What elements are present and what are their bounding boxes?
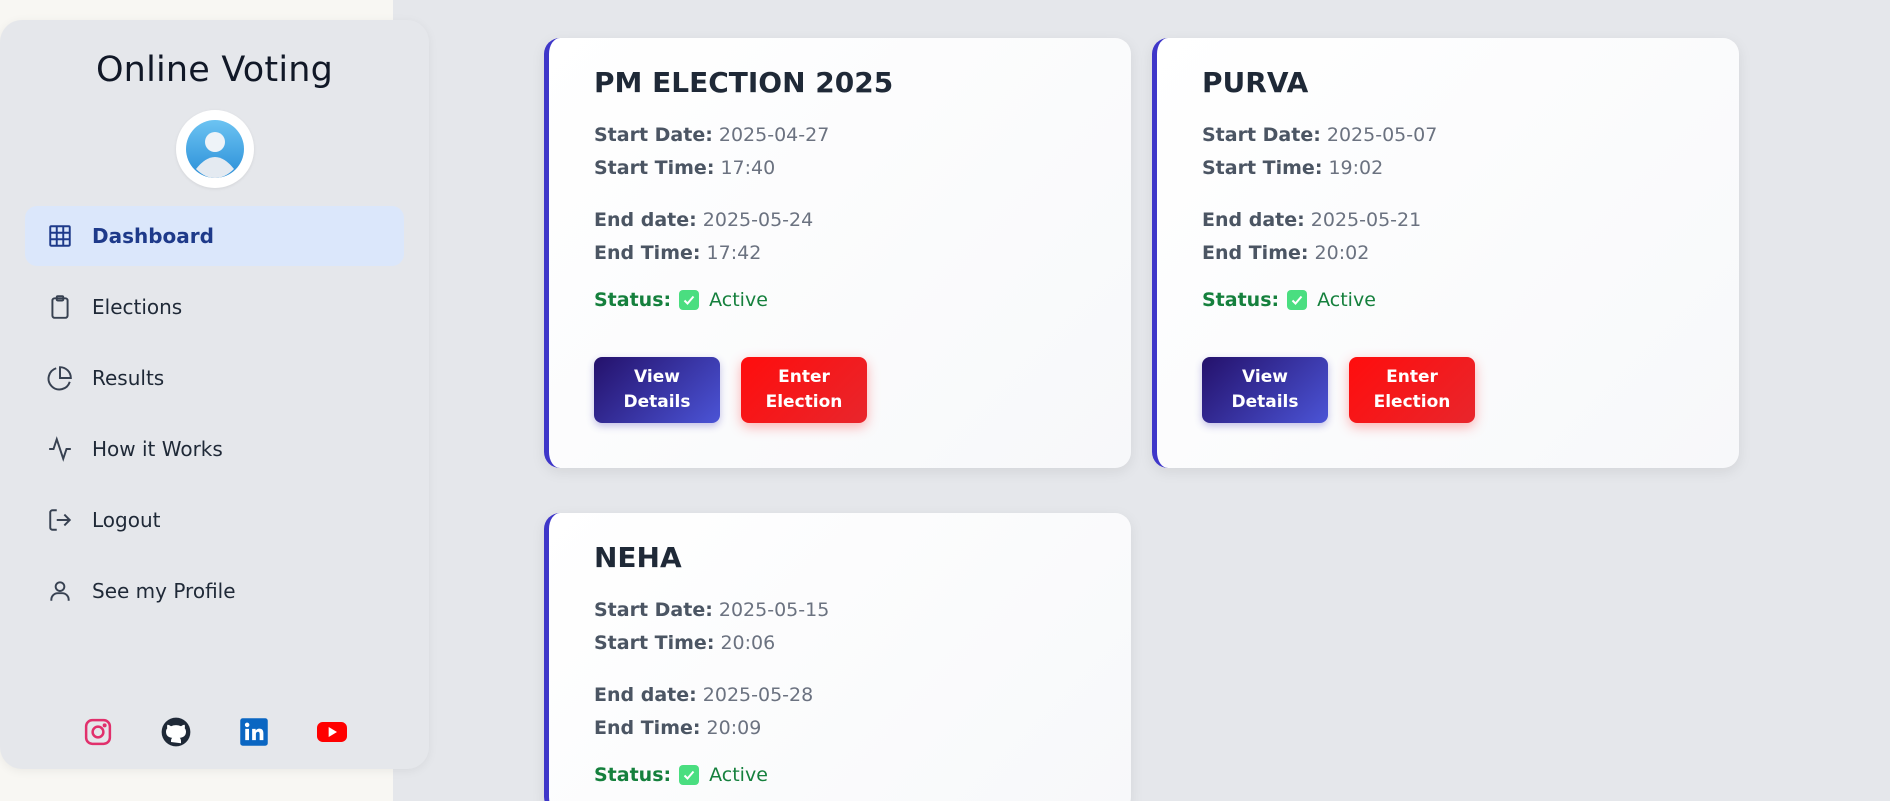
end-block: End date: 2025-05-21 End Time: 20:02 (1202, 204, 1739, 270)
sidebar-item-label: Results (92, 366, 165, 390)
start-date-label: Start Date: (594, 124, 713, 146)
status-label: Status: (594, 764, 672, 786)
start-time-value: 20:06 (720, 632, 776, 654)
status-badge: Active (709, 289, 768, 311)
sidebar-item-how-it-works[interactable]: How it Works (25, 419, 404, 479)
start-date-value: 2025-05-15 (718, 599, 830, 621)
status-badge: Active (1317, 289, 1376, 311)
social-links (0, 717, 429, 747)
end-time-value: 17:42 (706, 242, 762, 264)
start-date-value: 2025-05-07 (1326, 124, 1438, 146)
start-time-value: 17:40 (720, 157, 776, 179)
end-date-value: 2025-05-24 (702, 209, 814, 231)
end-date-value: 2025-05-21 (1310, 209, 1422, 231)
instagram-icon[interactable] (83, 717, 113, 747)
start-time-label: Start Time: (1202, 157, 1323, 179)
end-date-value: 2025-05-28 (702, 684, 814, 706)
end-block: End date: 2025-05-28 End Time: 20:09 (594, 679, 1131, 745)
status-row: Status: Active (594, 764, 1131, 786)
page: Online Voting Dashboard Elections Result… (0, 0, 1890, 801)
enter-election-button[interactable]: Enter Election (1349, 357, 1475, 423)
clipboard-icon (46, 293, 74, 321)
election-title: PM ELECTION 2025 (594, 66, 894, 99)
sidebar-item-logout[interactable]: Logout (25, 490, 404, 550)
status-row: Status: Active (1202, 289, 1739, 311)
activity-icon (46, 435, 74, 463)
status-badge: Active (709, 764, 768, 786)
sidebar-nav: Dashboard Elections Results How it Works… (0, 206, 429, 621)
user-icon (46, 577, 74, 605)
end-time-label: End Time: (594, 717, 701, 739)
sidebar-item-results[interactable]: Results (25, 348, 404, 408)
status-label: Status: (594, 289, 672, 311)
start-date-label: Start Date: (594, 599, 713, 621)
end-time-value: 20:02 (1314, 242, 1370, 264)
sidebar: Online Voting Dashboard Elections Result… (0, 20, 429, 769)
end-time-label: End Time: (594, 242, 701, 264)
end-date-label: End date: (594, 684, 697, 706)
start-time-label: Start Time: (594, 632, 715, 654)
check-icon (679, 765, 700, 785)
election-title: NEHA (594, 541, 682, 574)
end-time-value: 20:09 (706, 717, 762, 739)
sidebar-item-dashboard[interactable]: Dashboard (25, 206, 404, 266)
app-title: Online Voting (95, 50, 334, 90)
start-block: Start Date: 2025-05-15 Start Time: 20:06 (594, 594, 1131, 660)
enter-election-button[interactable]: Enter Election (741, 357, 867, 423)
sidebar-item-profile[interactable]: See my Profile (25, 561, 404, 621)
start-time-value: 19:02 (1328, 157, 1384, 179)
status-row: Status: Active (594, 289, 1131, 311)
card-actions: View Details Enter Election (1202, 357, 1739, 423)
start-block: Start Date: 2025-04-27 Start Time: 17:40 (594, 119, 1131, 185)
check-icon (679, 290, 700, 310)
sidebar-item-label: Elections (92, 295, 183, 319)
youtube-icon[interactable] (316, 717, 347, 747)
end-block: End date: 2025-05-24 End Time: 17:42 (594, 204, 1131, 270)
pie-chart-icon (46, 364, 74, 392)
logout-icon (46, 506, 74, 534)
linkedin-icon[interactable] (239, 717, 269, 747)
election-card: PURVA Start Date: 2025-05-07 Start Time:… (1152, 38, 1739, 468)
card-actions: View Details Enter Election (594, 357, 1131, 423)
start-block: Start Date: 2025-05-07 Start Time: 19:02 (1202, 119, 1739, 185)
election-card: PM ELECTION 2025 Start Date: 2025-04-27 … (544, 38, 1131, 468)
election-title: PURVA (1202, 66, 1309, 99)
end-date-label: End date: (594, 209, 697, 231)
check-icon (1287, 290, 1308, 310)
sidebar-item-label: Logout (92, 508, 161, 532)
github-icon[interactable] (161, 717, 191, 747)
view-details-button[interactable]: View Details (1202, 357, 1328, 423)
sidebar-item-elections[interactable]: Elections (25, 277, 404, 337)
avatar-icon (185, 120, 244, 178)
sidebar-item-label: See my Profile (92, 579, 236, 603)
sidebar-item-label: How it Works (92, 437, 223, 461)
end-time-label: End Time: (1202, 242, 1309, 264)
avatar[interactable] (175, 110, 254, 188)
sidebar-item-label: Dashboard (92, 224, 214, 248)
view-details-button[interactable]: View Details (594, 357, 720, 423)
start-date-label: Start Date: (1202, 124, 1321, 146)
end-date-label: End date: (1202, 209, 1305, 231)
start-time-label: Start Time: (594, 157, 715, 179)
status-label: Status: (1202, 289, 1280, 311)
election-card: NEHA Start Date: 2025-05-15 Start Time: … (544, 513, 1131, 801)
start-date-value: 2025-04-27 (718, 124, 830, 146)
grid-icon (46, 222, 74, 250)
